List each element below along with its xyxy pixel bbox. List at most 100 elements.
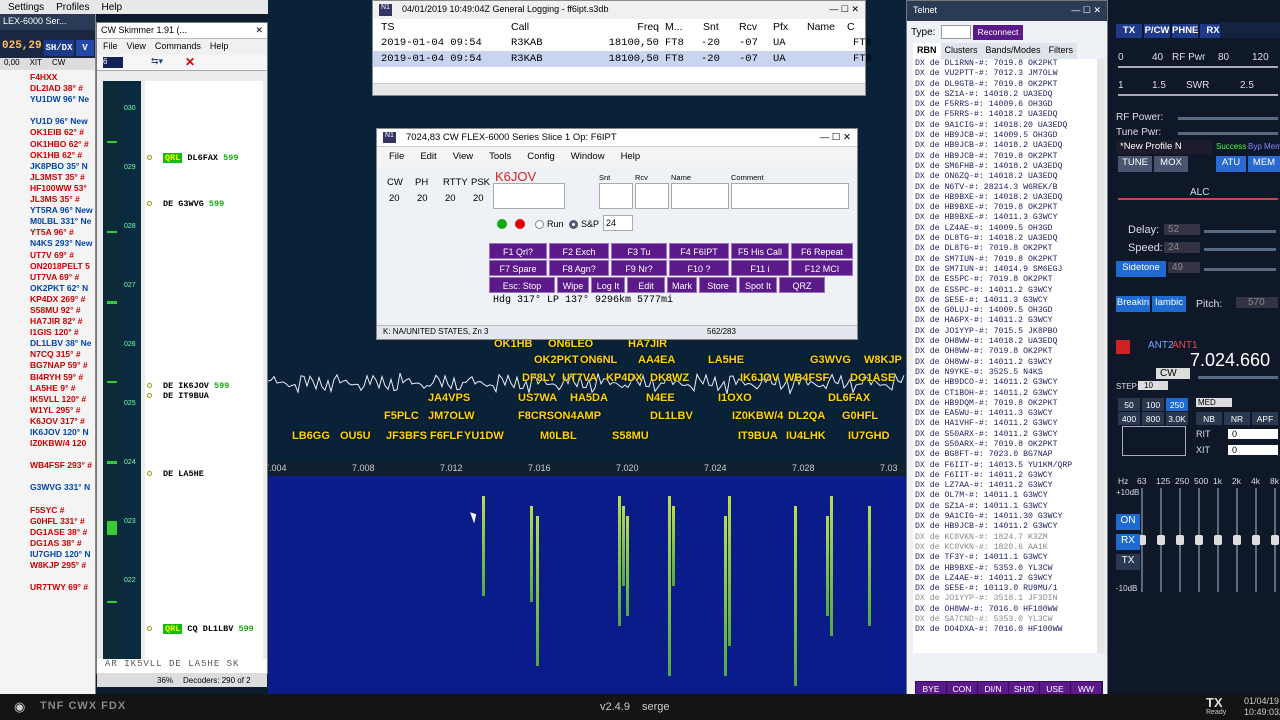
telnet-spot-line[interactable]: DX de HA6PX-#: 14011.2 G3WCY: [915, 316, 1099, 326]
fkey-button[interactable]: F6 Repeat: [791, 243, 853, 259]
mem-button[interactable]: MEM: [1248, 156, 1280, 172]
left-spot-item[interactable]: DL1LBV 38° Ne: [30, 338, 95, 349]
panadapter-spot-label[interactable]: I1OXO: [718, 392, 752, 404]
agc-select[interactable]: MED: [1196, 398, 1232, 407]
panadapter-spot-label[interactable]: F8CRS: [518, 410, 554, 422]
telnet-spot-line[interactable]: DX de HB9DCO-#: 14011.2 G3WCY: [915, 378, 1099, 388]
eq-slider-knob[interactable]: [1176, 535, 1184, 545]
left-spot-item[interactable]: BI4RYH 59° #: [30, 372, 95, 383]
vfo-button[interactable]: V: [76, 40, 94, 56]
panadapter-spot-label[interactable]: N4EE: [646, 392, 675, 404]
telnet-spot-line[interactable]: DX de VU2PTT-#: 7012.3 JM7OLW: [915, 69, 1099, 79]
tune-power-slider[interactable]: [1178, 132, 1278, 135]
pitch-value[interactable]: 570: [1236, 297, 1278, 308]
left-spot-item[interactable]: W1YL 295° #: [30, 405, 95, 416]
dsp-button[interactable]: APF: [1252, 412, 1278, 425]
sp-spinner[interactable]: 24: [603, 215, 633, 231]
log-col-c[interactable]: C: [847, 21, 859, 33]
run-radio[interactable]: [535, 220, 544, 229]
skimmer-menu-view[interactable]: View: [127, 41, 146, 53]
skimmer-clear-icon[interactable]: ✕: [185, 55, 195, 69]
left-spot-item[interactable]: DG1ASE 38° #: [30, 527, 95, 538]
panadapter-spot-label[interactable]: IU7GHD: [848, 430, 890, 442]
atu-button[interactable]: ATU: [1216, 156, 1246, 172]
telnet-spot-line[interactable]: DX de HB9BXE-#: 14018.2 UA3EDQ: [915, 193, 1099, 203]
telnet-spot-line[interactable]: DX de DO4DXA-#: 7016.0 HF100WW: [915, 625, 1099, 635]
filter-button[interactable]: 400: [1118, 412, 1140, 425]
fkey-button[interactable]: F1 Qrl?: [489, 243, 547, 259]
mode-select[interactable]: CW: [1156, 368, 1190, 379]
telnet-window[interactable]: Telnet — ☐ ✕ Type: Reconnect RBN Cluster…: [906, 0, 1108, 716]
log-table-row[interactable]: 2019-01-04 09:54 R3KAB 18100,50 FT8 -20 -07 UA…: [373, 35, 872, 51]
left-spot-item[interactable]: [30, 571, 95, 582]
telnet-spot-line[interactable]: DX de S50ARX-#: 14011.2 G3WCY: [915, 430, 1099, 440]
filter-button[interactable]: 50: [1118, 398, 1140, 411]
left-spot-item[interactable]: [30, 494, 95, 505]
telnet-spot-line[interactable]: DX de DL8TG-#: 14018.2 UA3EDQ: [915, 234, 1099, 244]
panadapter-spot-label[interactable]: LB6GG: [292, 430, 330, 442]
left-spot-item[interactable]: KP4DX 269° #: [30, 294, 95, 305]
telnet-spot-line[interactable]: DX de F6IIT-#: 14013.5 YU1KM/QRP: [915, 461, 1099, 471]
left-spot-item[interactable]: YT5RA 96° New: [30, 205, 95, 216]
telnet-spot-line[interactable]: DX de ES5PC-#: 7019.8 OK2PKT: [915, 275, 1099, 285]
fkey-button[interactable]: Log It: [591, 277, 625, 293]
fkey-button[interactable]: F5 His Call: [731, 243, 789, 259]
panadapter-spot-label[interactable]: YU1DW: [464, 430, 504, 442]
telnet-spot-line[interactable]: DX de OH8WW-#: 14011.2 G3WCY: [915, 358, 1099, 368]
filter-button[interactable]: 800: [1142, 412, 1164, 425]
panadapter-spot-label[interactable]: KP4DX: [606, 372, 643, 384]
left-spot-item[interactable]: [30, 471, 95, 482]
slice-menu-file[interactable]: File: [389, 151, 404, 163]
panadapter-spot-label[interactable]: JM7OLW: [428, 410, 474, 422]
slice-menu-edit[interactable]: Edit: [420, 151, 436, 163]
fkey-button[interactable]: Wipe: [557, 277, 589, 293]
telnet-scrollbar[interactable]: [1097, 59, 1105, 653]
slice-window-controls-icon[interactable]: — ☐ ✕: [820, 132, 851, 143]
panadapter-spot-label[interactable]: G0HFL: [842, 410, 878, 422]
sidetone-button[interactable]: Sidetone: [1116, 261, 1166, 277]
tab-clusters[interactable]: Clusters: [940, 43, 982, 59]
left-spot-item[interactable]: OK1HBO 62° #: [30, 139, 95, 150]
fkey-button[interactable]: F10 ?: [669, 260, 729, 276]
menu-settings[interactable]: Settings: [8, 2, 44, 13]
menu-profiles[interactable]: Profiles: [56, 2, 89, 13]
menu-help[interactable]: Help: [102, 2, 123, 13]
tab-rbn[interactable]: RBN: [913, 43, 941, 59]
left-spot-item[interactable]: ON2018PELT 5: [30, 261, 95, 272]
iambic-button[interactable]: Iambic: [1152, 296, 1186, 312]
left-spot-item[interactable]: I1GIS 120° #: [30, 327, 95, 338]
panadapter[interactable]: OK1HB ON6LEO HA7JIR OK2PKT ON6NL AA4EA LA5HE G3…: [268, 0, 906, 694]
telnet-spot-line[interactable]: DX de HB9JCB-#: 14011.2 G3WCY: [915, 522, 1099, 532]
skimmer-menu-commands[interactable]: Commands: [155, 41, 201, 53]
telnet-spot-line[interactable]: DX de SE5E-#: 14011.3 G3WCY: [915, 296, 1099, 306]
telnet-spot-line[interactable]: DX de 9A1CIG-#: 14011.30 G3WCY: [915, 512, 1099, 522]
telnet-spot-line[interactable]: DX de BG8FT-#: 7023.0 BG7NAP: [915, 450, 1099, 460]
field-input[interactable]: [731, 183, 849, 209]
telnet-spot-line[interactable]: DX de CT1BOH-#: 14011.2 G3WCY: [915, 389, 1099, 399]
panadapter-spot-label[interactable]: G3WVG: [810, 354, 851, 366]
cw-skimmer-window[interactable]: CW Skimmer 1.91 (... ✕ File View Command…: [96, 22, 268, 687]
left-spot-item[interactable]: BG7NAP 59° #: [30, 360, 95, 371]
telnet-spot-line[interactable]: DX de ES5PC-#: 14011.2 G3WCY: [915, 286, 1099, 296]
skimmer-band-icon[interactable]: 6: [103, 57, 123, 68]
vfo-frequency[interactable]: 7.024.660: [1190, 350, 1270, 371]
left-spot-item[interactable]: IU7GHD 120° N: [30, 549, 95, 560]
fkey-button[interactable]: F4 F6IPT: [669, 243, 729, 259]
telnet-spot-line[interactable]: DX de ON6ZQ-#: 14018.2 UA3EDQ: [915, 172, 1099, 182]
telnet-spot-line[interactable]: DX de OH8WW-#: 14018.2 UA3EDQ: [915, 337, 1099, 347]
telnet-spot-line[interactable]: DX de TF3Y-#: 14011.1 G3WCY: [915, 553, 1099, 563]
log-col-rcv[interactable]: Rcv: [733, 21, 767, 33]
breakin-button[interactable]: Breakin: [1116, 296, 1150, 312]
sidetone-slider[interactable]: [1204, 268, 1276, 271]
left-spot-item[interactable]: YU1DW 96° Ne: [30, 94, 95, 105]
telnet-spot-line[interactable]: DX de JO1YYP-#: 7015.5 JK8PBO: [915, 327, 1099, 337]
field-input[interactable]: [635, 183, 669, 209]
status-tnf-cwx-fdx[interactable]: TNF CWX FDX: [40, 700, 126, 712]
left-spot-item[interactable]: N7CQ 315° #: [30, 349, 95, 360]
filter-button[interactable]: 3.0K: [1166, 412, 1188, 425]
telnet-spot-line[interactable]: DX de SA7CND-#: 5353.0 YL3CW: [915, 615, 1099, 625]
telnet-spot-line[interactable]: DX de HB9JCB-#: 14009.5 OH3GD: [915, 131, 1099, 141]
volume-slider[interactable]: [1198, 376, 1278, 379]
eq-rx-button[interactable]: RX: [1116, 534, 1140, 550]
xit-value[interactable]: 0: [1228, 445, 1278, 455]
